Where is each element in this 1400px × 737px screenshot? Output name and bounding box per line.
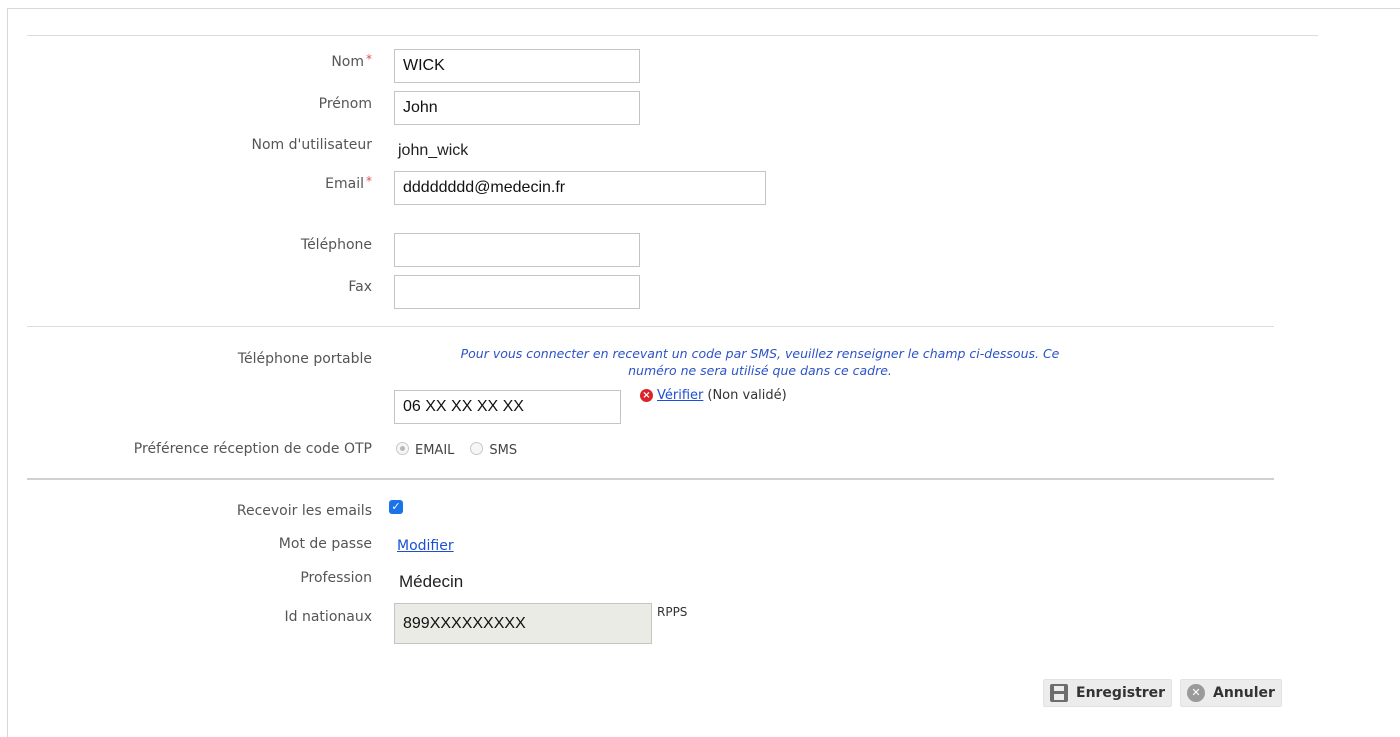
prenom-label: Prénom bbox=[318, 96, 372, 112]
receive-emails-checkbox[interactable]: ✓ bbox=[389, 500, 403, 514]
id-type-label: RPPS bbox=[657, 605, 688, 619]
receive-emails-label: Recevoir les emails bbox=[236, 503, 372, 519]
otp-radio-group: EMAIL SMS bbox=[396, 441, 527, 458]
telephone-input[interactable] bbox=[394, 233, 640, 267]
section-divider bbox=[27, 478, 1274, 480]
mobile-info-text: Pour vous connecter en recevant un code … bbox=[380, 345, 1140, 379]
email-input[interactable]: dddddddd@medecin.fr bbox=[394, 171, 766, 205]
cancel-button[interactable]: ✕ Annuler bbox=[1180, 679, 1282, 707]
profession-value: Médecin bbox=[399, 572, 464, 591]
cancel-label: Annuler bbox=[1213, 685, 1275, 701]
prenom-input[interactable]: John bbox=[394, 91, 640, 125]
email-label: Email * bbox=[325, 174, 372, 192]
password-label: Mot de passe bbox=[278, 536, 372, 552]
fax-label: Fax bbox=[348, 279, 372, 295]
section-divider bbox=[27, 326, 1274, 327]
required-marker: * bbox=[366, 52, 372, 66]
validation-status: (Non validé) bbox=[707, 388, 787, 403]
modify-password-link[interactable]: Modifier bbox=[397, 538, 454, 554]
otp-email-label: EMAIL bbox=[415, 443, 455, 458]
save-button[interactable]: Enregistrer bbox=[1043, 679, 1173, 707]
otp-label: Préférence réception de code OTP bbox=[133, 441, 372, 457]
national-id-input: 899XXXXXXXXX bbox=[394, 603, 652, 644]
nom-input[interactable]: WICK bbox=[394, 49, 640, 83]
top-divider bbox=[27, 35, 1318, 36]
nom-label-text: Nom bbox=[331, 54, 364, 70]
save-label: Enregistrer bbox=[1076, 685, 1166, 701]
cancel-circle-icon: ✕ bbox=[1187, 684, 1205, 702]
telephone-label: Téléphone bbox=[300, 237, 372, 253]
otp-email-radio[interactable] bbox=[396, 442, 409, 455]
nom-label: Nom * bbox=[331, 52, 372, 70]
profession-label: Profession bbox=[300, 570, 372, 586]
email-label-text: Email bbox=[325, 176, 364, 192]
fax-input[interactable] bbox=[394, 275, 640, 309]
verify-link[interactable]: Vérifier bbox=[657, 388, 703, 403]
info-line: numéro ne sera utilisé que dans ce cadre… bbox=[628, 363, 892, 378]
verify-status: × Vérifier (Non validé) bbox=[640, 388, 787, 403]
username-label: Nom d'utilisateur bbox=[251, 137, 373, 153]
required-marker: * bbox=[366, 174, 372, 188]
error-x-icon: × bbox=[640, 389, 653, 402]
national-id-label: Id nationaux bbox=[284, 609, 372, 625]
otp-sms-radio[interactable] bbox=[470, 442, 484, 455]
mobile-label: Téléphone portable bbox=[237, 351, 372, 367]
mobile-input[interactable]: 06 XX XX XX XX bbox=[394, 390, 621, 424]
username-value: john_wick bbox=[398, 142, 469, 159]
floppy-disk-icon bbox=[1050, 684, 1068, 702]
otp-sms-label: SMS bbox=[489, 443, 518, 458]
info-line: Pour vous connecter en recevant un code … bbox=[460, 346, 1060, 361]
